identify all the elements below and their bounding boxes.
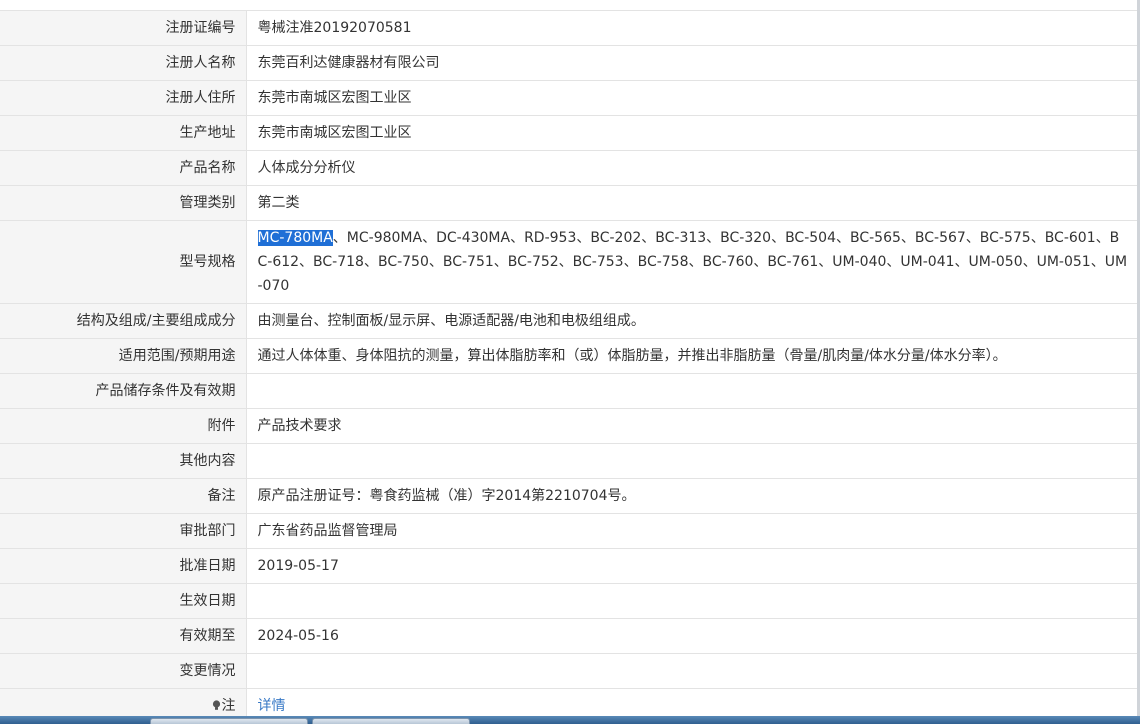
taskbar-button[interactable] — [150, 718, 308, 724]
row-value: 第二类 — [246, 185, 1138, 221]
row-label: 注册证编号 — [0, 10, 247, 46]
row-value: 通过人体体重、身体阻抗的测量，算出体脂肪率和（或）体脂肪量，并推出非脂肪量（骨量… — [246, 338, 1138, 374]
registration-detail-page: 注册证编号 粤械注准20192070581 注册人名称 东莞百利达健康器材有限公… — [0, 0, 1140, 724]
note-label: 注 — [221, 698, 236, 714]
row-value: 人体成分分析仪 — [246, 150, 1138, 186]
row-label: 备注 — [0, 478, 247, 514]
row-attachment: 附件 产品技术要求 — [0, 408, 1138, 444]
row-label: 产品名称 — [0, 150, 247, 186]
model-list-text[interactable]: 、MC-980MA、DC-430MA、RD-953、BC-202、BC-313、… — [258, 230, 1128, 294]
row-valid-until: 有效期至 2024-05-16 — [0, 618, 1138, 654]
row-other-content: 其他内容 — [0, 443, 1138, 479]
row-value — [246, 583, 1138, 619]
row-intended-use: 适用范围/预期用途 通过人体体重、身体阻抗的测量，算出体脂肪率和（或）体脂肪量，… — [0, 338, 1138, 374]
row-value: 广东省药品监督管理局 — [246, 513, 1138, 549]
row-value: 2019-05-17 — [246, 548, 1138, 584]
row-label: 批准日期 — [0, 548, 247, 584]
row-value: 东莞市南城区宏图工业区 — [246, 115, 1138, 151]
row-label: 有效期至 — [0, 618, 247, 654]
row-value — [246, 443, 1138, 479]
selected-text[interactable]: MC-780MA — [257, 230, 333, 246]
row-value — [246, 373, 1138, 409]
row-remarks: 备注 原产品注册证号：粤食药监械（准）字2014第2210704号。 — [0, 478, 1138, 514]
details-link[interactable]: 详情 — [258, 698, 286, 714]
taskbar-button[interactable] — [312, 718, 470, 724]
row-approval-date: 批准日期 2019-05-17 — [0, 548, 1138, 584]
row-value: 东莞市南城区宏图工业区 — [246, 80, 1138, 116]
row-product-name: 产品名称 人体成分分析仪 — [0, 150, 1138, 186]
row-label: 结构及组成/主要组成成分 — [0, 303, 247, 339]
row-value: 2024-05-16 — [246, 618, 1138, 654]
row-label: 注册人住所 — [0, 80, 247, 116]
row-registrant-address: 注册人住所 东莞市南城区宏图工业区 — [0, 80, 1138, 116]
row-label: 管理类别 — [0, 185, 247, 221]
row-label: 审批部门 — [0, 513, 247, 549]
row-label: 型号规格 — [0, 220, 247, 304]
row-value: 原产品注册证号：粤食药监械（准）字2014第2210704号。 — [246, 478, 1138, 514]
row-effective-date: 生效日期 — [0, 583, 1138, 619]
row-approval-department: 审批部门 广东省药品监督管理局 — [0, 513, 1138, 549]
row-production-address: 生产地址 东莞市南城区宏图工业区 — [0, 115, 1138, 151]
row-management-category: 管理类别 第二类 — [0, 185, 1138, 221]
registration-detail-table: 注册证编号 粤械注准20192070581 注册人名称 东莞百利达健康器材有限公… — [0, 10, 1138, 724]
row-label: 产品储存条件及有效期 — [0, 373, 247, 409]
row-registrant-name: 注册人名称 东莞百利达健康器材有限公司 — [0, 45, 1138, 81]
row-value[interactable]: MC-780MA、MC-980MA、DC-430MA、RD-953、BC-202… — [246, 220, 1138, 304]
row-model-spec: 型号规格 MC-780MA、MC-980MA、DC-430MA、RD-953、B… — [0, 220, 1138, 304]
row-value: 东莞百利达健康器材有限公司 — [246, 45, 1138, 81]
lightbulb-icon — [212, 695, 221, 710]
row-label: 附件 — [0, 408, 247, 444]
row-value — [246, 653, 1138, 689]
row-registration-number: 注册证编号 粤械注准20192070581 — [0, 10, 1138, 46]
row-label: 注册人名称 — [0, 45, 247, 81]
row-value: 粤械注准20192070581 — [246, 10, 1138, 46]
row-structure-composition: 结构及组成/主要组成成分 由测量台、控制面板/显示屏、电源适配器/电池和电极组组… — [0, 303, 1138, 339]
row-label: 适用范围/预期用途 — [0, 338, 247, 374]
row-value: 产品技术要求 — [246, 408, 1138, 444]
row-storage-validity: 产品储存条件及有效期 — [0, 373, 1138, 409]
row-label: 其他内容 — [0, 443, 247, 479]
row-change-status: 变更情况 — [0, 653, 1138, 689]
row-label: 变更情况 — [0, 653, 247, 689]
row-label: 生产地址 — [0, 115, 247, 151]
row-label: 生效日期 — [0, 583, 247, 619]
row-value: 由测量台、控制面板/显示屏、电源适配器/电池和电极组组成。 — [246, 303, 1138, 339]
